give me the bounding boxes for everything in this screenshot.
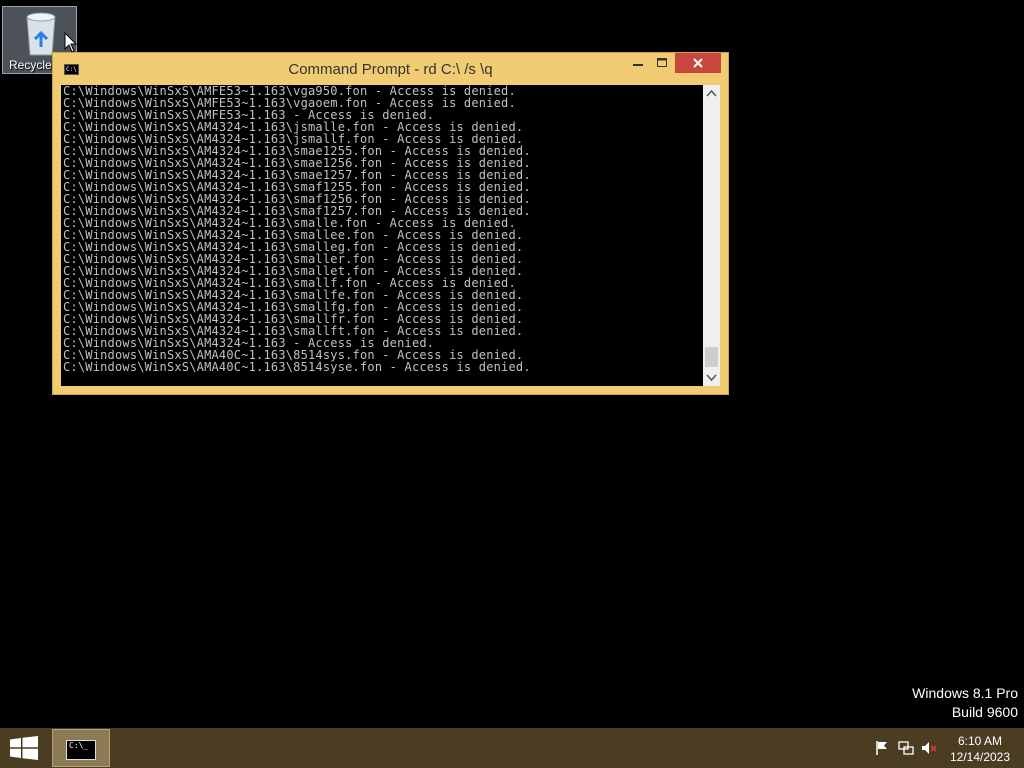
scroll-down-button[interactable]: [703, 369, 720, 386]
console-output: C:\Windows\WinSxS\AMFE53~1.163\vga950.fo…: [63, 85, 703, 373]
recycle-bin-icon: [26, 12, 56, 56]
cmd-taskbar-icon: C:\_: [66, 740, 96, 760]
title-bar[interactable]: C:\ Command Prompt - rd C:\ /s \q: [53, 53, 728, 85]
close-button[interactable]: [675, 53, 721, 73]
maximize-icon: [657, 58, 667, 67]
watermark-edition: Windows 8.1 Pro: [912, 685, 1018, 701]
start-button[interactable]: [10, 736, 38, 760]
chevron-up-icon: [706, 89, 717, 97]
console-line: C:\Windows\WinSxS\AMA40C~1.163\8514syse.…: [63, 360, 531, 374]
network-icon[interactable]: [898, 740, 914, 756]
command-prompt-window[interactable]: C:\ Command Prompt - rd C:\ /s \q C:\Win…: [52, 52, 729, 395]
minimize-button[interactable]: [626, 53, 650, 73]
vertical-scrollbar[interactable]: [703, 85, 720, 386]
system-clock[interactable]: 6:10 AM 12/14/2023: [944, 733, 1016, 765]
console-area[interactable]: C:\Windows\WinSxS\AMFE53~1.163\vga950.fo…: [61, 85, 720, 386]
close-icon: [693, 58, 703, 68]
clock-time: 6:10 AM: [957, 734, 1003, 748]
action-center-flag-icon[interactable]: [874, 740, 890, 756]
taskbar-command-prompt-button[interactable]: C:\_: [52, 729, 110, 767]
maximize-button[interactable]: [650, 53, 674, 73]
watermark-build: Build 9600: [951, 704, 1018, 720]
windows-watermark: Windows 8.1 Pro Build 9600: [912, 684, 1018, 722]
volume-muted-icon[interactable]: [921, 740, 937, 756]
taskbar: C:\_ 6:10 AM 12/14/2023: [0, 728, 1024, 768]
mouse-cursor-icon: [64, 32, 78, 53]
scroll-up-button[interactable]: [703, 85, 720, 102]
clock-date: 12/14/2023: [949, 750, 1011, 764]
minimize-icon: [633, 64, 643, 66]
chevron-down-icon: [706, 374, 717, 382]
scrollbar-thumb[interactable]: [705, 347, 718, 367]
